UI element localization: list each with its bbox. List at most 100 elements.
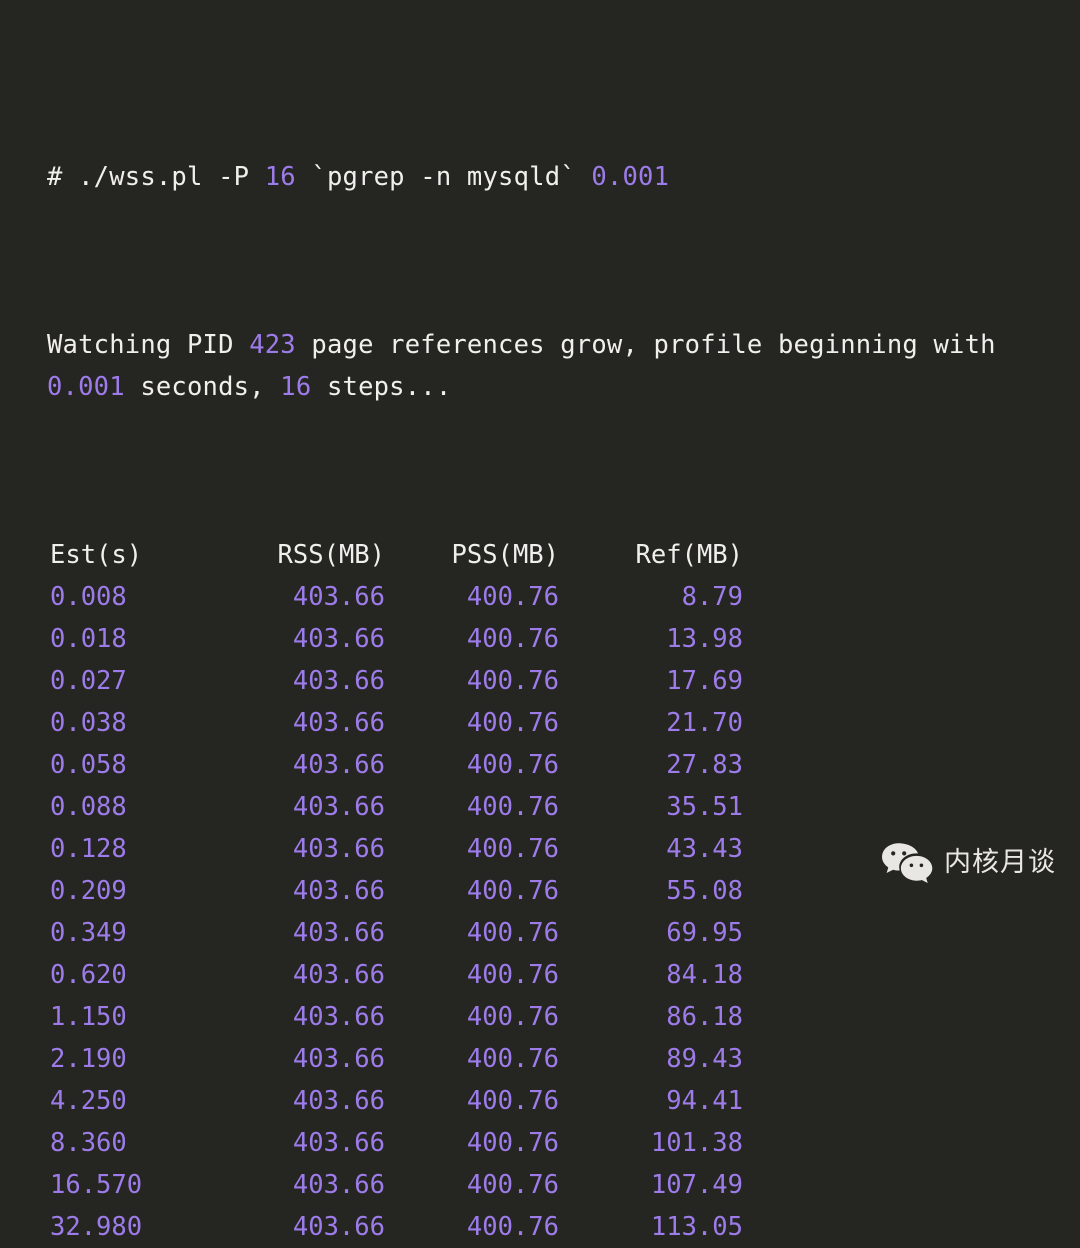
left-gutter (0, 1080, 47, 1122)
cell-rss: 403.66 (292, 834, 385, 864)
watermark: 内核月谈 (880, 841, 1056, 883)
table-row: 0.620 403.66 400.76 84.18 (0, 954, 755, 996)
cell-rss: 403.66 (292, 1170, 385, 1200)
cell-ref: 13.98 (666, 624, 743, 654)
command-arg-interval: 0.001 (591, 162, 670, 192)
cell-pss: 400.76 (466, 876, 559, 906)
cell-pss: 400.76 (466, 1212, 559, 1242)
cell-est: 0.027 (50, 666, 127, 696)
left-gutter (0, 996, 47, 1038)
command-subshell: `pgrep -n mysqld` (295, 162, 592, 192)
left-gutter (0, 912, 47, 954)
cell-pss: 400.76 (466, 624, 559, 654)
cell-pss: 400.76 (466, 1128, 559, 1158)
cell-est: 0.008 (50, 582, 127, 612)
column-header-pss: PSS(MB) (451, 540, 559, 570)
cell-est: 0.349 (50, 918, 127, 948)
cell-est: 16.570 (50, 1170, 143, 1200)
table-row: 16.570 403.66 400.76 107.49 (0, 1164, 755, 1206)
profile-duration: 0.001 (47, 372, 125, 402)
command-text: ./wss.pl -P (78, 162, 265, 192)
cell-rss: 403.66 (292, 708, 385, 738)
cell-ref: 107.49 (650, 1170, 743, 1200)
table-row: 0.128 403.66 400.76 43.43 (0, 828, 755, 870)
cell-pss: 400.76 (466, 960, 559, 990)
cell-rss: 403.66 (292, 624, 385, 654)
cell-ref: 21.70 (666, 708, 743, 738)
command-arg-parallel: 16 (264, 162, 296, 192)
left-gutter (0, 1122, 47, 1164)
table-row: 0.209 403.66 400.76 55.08 (0, 870, 755, 912)
cell-ref: 101.38 (650, 1128, 743, 1158)
left-gutter (0, 1038, 47, 1080)
table-row: 0.349 403.66 400.76 69.95 (0, 912, 755, 954)
left-gutter (0, 618, 47, 660)
wechat-logo-icon (880, 841, 934, 883)
cell-est: 0.058 (50, 750, 127, 780)
cell-rss: 403.66 (292, 918, 385, 948)
left-gutter (0, 744, 47, 786)
table-body: 0.008 403.66 400.76 8.79 0.018 403.66 400.76 13… (0, 576, 755, 1248)
cell-ref: 27.83 (666, 750, 743, 780)
left-gutter (0, 870, 47, 912)
left-gutter (0, 954, 47, 996)
cell-ref: 69.95 (666, 918, 743, 948)
table-row: 1.150 403.66 400.76 86.18 (0, 996, 755, 1038)
table-row: 2.190 403.66 400.76 89.43 (0, 1038, 755, 1080)
watching-prefix: Watching PID (47, 330, 250, 360)
cell-ref: 43.43 (666, 834, 743, 864)
cell-ref: 35.51 (666, 792, 743, 822)
cell-rss: 403.66 (292, 1212, 385, 1242)
table-row: 0.088 403.66 400.76 35.51 (0, 786, 755, 828)
table-row: 0.008 403.66 400.76 8.79 (0, 576, 755, 618)
cell-pss: 400.76 (466, 1044, 559, 1074)
cell-pss: 400.76 (466, 918, 559, 948)
table-row: 0.058 403.66 400.76 27.83 (0, 744, 755, 786)
table-row: 32.980 403.66 400.76 113.05 (0, 1206, 755, 1248)
cell-pss: 400.76 (466, 792, 559, 822)
cell-pss: 400.76 (466, 582, 559, 612)
cell-pss: 400.76 (466, 1170, 559, 1200)
left-gutter (0, 660, 47, 702)
watermark-label: 内核月谈 (944, 846, 1056, 878)
terminal-window: # ./wss.pl -P 16 `pgrep -n mysqld` 0.001… (0, 0, 1080, 1242)
cell-pss: 400.76 (466, 834, 559, 864)
table-row: 4.250 403.66 400.76 94.41 (0, 1080, 755, 1122)
cell-pss: 400.76 (466, 1086, 559, 1116)
left-gutter (0, 1164, 47, 1206)
cell-ref: 94.41 (666, 1086, 743, 1116)
profile-steps-label: steps... (311, 372, 452, 402)
cell-rss: 403.66 (292, 792, 385, 822)
cell-est: 0.038 (50, 708, 127, 738)
cell-est: 1.150 (50, 1002, 127, 1032)
cell-est: 32.980 (50, 1212, 143, 1242)
table-row: 8.360 403.66 400.76 101.38 (0, 1122, 755, 1164)
cell-ref: 8.79 (681, 582, 743, 612)
table-row: 0.018 403.66 400.76 13.98 (0, 618, 755, 660)
cell-rss: 403.66 (292, 582, 385, 612)
shell-prompt: # (47, 162, 79, 192)
column-header-rss: RSS(MB) (277, 540, 385, 570)
cell-pss: 400.76 (466, 708, 559, 738)
table-row: 0.038 403.66 400.76 21.70 (0, 702, 755, 744)
table-header-row: Est(s) RSS(MB) PSS(MB) Ref(MB) (0, 534, 755, 576)
watching-pid: 423 (249, 330, 296, 360)
terminal-output: # ./wss.pl -P 16 `pgrep -n mysqld` 0.001… (0, 30, 1080, 534)
watching-suffix: page references grow, profile beginning … (295, 330, 996, 360)
cell-rss: 403.66 (292, 1044, 385, 1074)
left-gutter (0, 534, 47, 576)
left-gutter (0, 1206, 47, 1248)
cell-est: 0.620 (50, 960, 127, 990)
cell-rss: 403.66 (292, 1128, 385, 1158)
cell-rss: 403.66 (292, 960, 385, 990)
cell-ref: 84.18 (666, 960, 743, 990)
table-header: Est(s) RSS(MB) PSS(MB) Ref(MB) (0, 534, 755, 576)
cell-ref: 113.05 (650, 1212, 743, 1242)
cell-est: 2.190 (50, 1044, 127, 1074)
cell-ref: 89.43 (666, 1044, 743, 1074)
cell-est: 0.018 (50, 624, 127, 654)
left-gutter (0, 576, 47, 618)
command-line: # ./wss.pl -P 16 `pgrep -n mysqld` 0.001 (47, 156, 1080, 198)
cell-est: 8.360 (50, 1128, 127, 1158)
cell-est: 0.128 (50, 834, 127, 864)
